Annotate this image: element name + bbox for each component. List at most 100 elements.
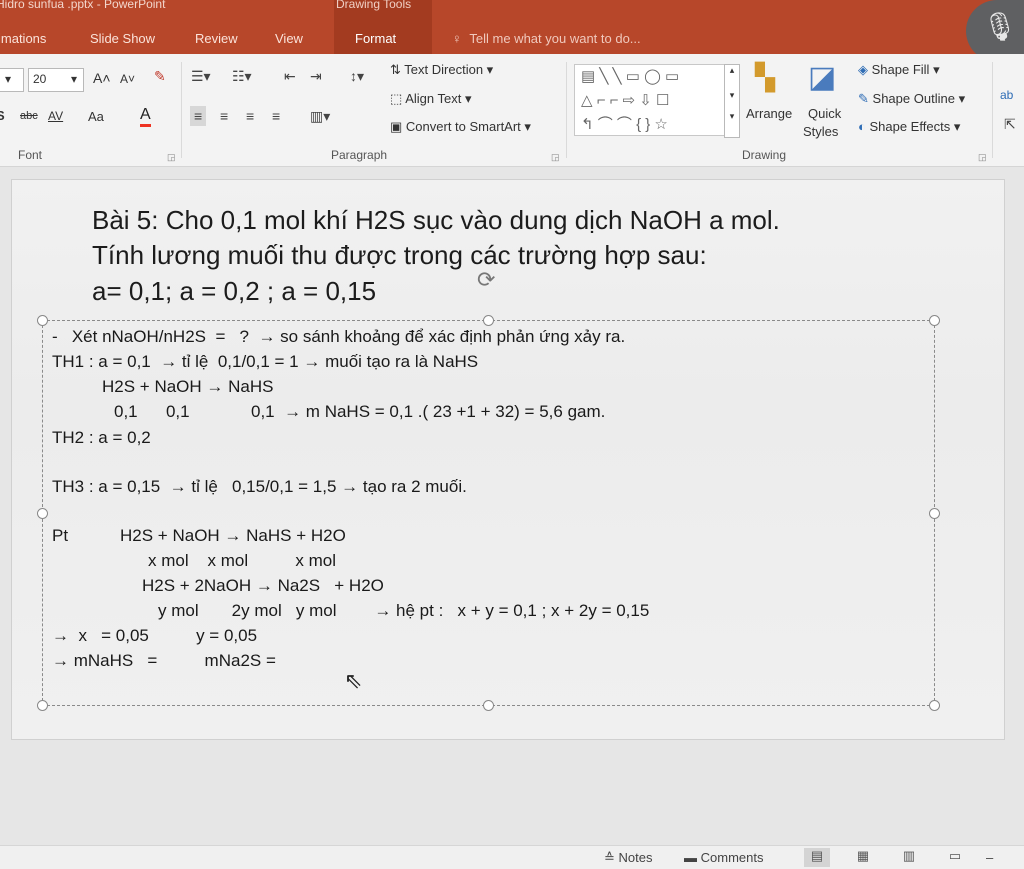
tell-me-box[interactable]: ♀ Tell me what you want to do... (452, 31, 641, 46)
shadow-button[interactable]: S (0, 108, 5, 123)
tab-animations[interactable]: imations (0, 31, 46, 46)
strikethrough-button[interactable]: abc (20, 110, 38, 122)
chevron-down-icon: ▾ (958, 91, 966, 106)
numbering-icon[interactable]: ☷▾ (232, 68, 252, 85)
shrink-font-button[interactable]: A˅ (120, 72, 135, 86)
zoom-out-button[interactable]: – (986, 850, 993, 865)
resize-handle[interactable] (483, 700, 494, 711)
shape-effects-label: Shape Effects (869, 119, 951, 134)
mic-off-button[interactable]: 🎙 (966, 0, 1024, 62)
align-center-icon[interactable]: ≡ (220, 108, 228, 124)
body-text-line[interactable]: Pt H2S + NaOH → NaHS + H2O (52, 526, 346, 546)
chevron-down-icon: ▾ (486, 62, 494, 77)
body-text-line[interactable]: 0,1 0,1 0,1 → m NaHS = 0,1 .( 23 +1 + 32… (114, 402, 605, 422)
chevron-down-icon: ▾ (464, 91, 472, 106)
mic-off-icon: 🎙 (982, 11, 1018, 42)
columns-icon[interactable]: ▥▾ (310, 108, 330, 125)
font-size-value: 20 (33, 72, 47, 86)
body-text-line[interactable]: TH2 : a = 0,2 (52, 428, 151, 448)
resize-handle[interactable] (37, 700, 48, 711)
reading-view-button[interactable]: ▥ (896, 848, 922, 867)
slideshow-icon: ▭ (948, 848, 962, 863)
normal-view-button[interactable]: ▤ (804, 848, 830, 867)
align-text-button[interactable]: ⬚ Align Text ▾ (390, 91, 472, 107)
resize-handle[interactable] (929, 700, 940, 711)
slide-sorter-button[interactable]: ▦ (850, 848, 876, 867)
align-text-label: Align Text (405, 91, 462, 106)
slide-title-line[interactable]: Tính lương muối thu được trong các trườn… (92, 240, 707, 271)
font-name-dropdown[interactable]: ▾ (0, 68, 24, 92)
body-text-line[interactable]: TH3 : a = 0,15 → tỉ lệ 0,15/0,1 = 1,5 → … (52, 477, 467, 497)
replace-icon[interactable]: ab (1000, 88, 1013, 102)
decrease-indent-icon[interactable]: ⇤ (284, 68, 296, 85)
font-group-label: Font (18, 148, 43, 162)
group-divider (992, 62, 993, 158)
line-spacing-icon[interactable]: ↕▾ (350, 68, 364, 85)
tab-format[interactable]: Format (355, 31, 396, 46)
rotate-handle-icon[interactable]: ⟳ (477, 267, 495, 293)
quick-styles-button[interactable]: Quick (808, 106, 841, 121)
justify-icon[interactable]: ≡ (272, 108, 280, 124)
drawing-tools-label: Drawing Tools (336, 0, 412, 11)
resize-handle[interactable] (483, 315, 494, 326)
change-case-button[interactable]: Aa (88, 109, 104, 124)
body-text-line[interactable]: - Xét nNaOH/nH2S = ? → so sánh khoảng để… (52, 327, 625, 347)
font-size-dropdown[interactable]: 20 ▾ (28, 68, 84, 92)
body-text-line[interactable]: → mNaHS = mNa2S = (52, 651, 276, 671)
slide-title-line[interactable]: a= 0,1; a = 0,2 ; a = 0,15 (92, 276, 376, 307)
bullets-icon[interactable]: ☰▾ (191, 68, 211, 85)
status-bar: ≙ Notes ▬ Comments ▤ ▦ ▥ ▭ – (0, 845, 1024, 869)
quick-styles-icon: ◪ (808, 61, 837, 94)
group-divider (181, 62, 182, 158)
align-left-icon[interactable]: ≡ (190, 106, 207, 126)
body-text-line[interactable]: y mol 2y mol y mol → hệ pt : x + y = 0,1… (158, 601, 649, 621)
slideshow-button[interactable]: ▭ (942, 848, 968, 867)
body-text-line[interactable]: x mol x mol x mol (148, 551, 336, 571)
align-right-icon[interactable]: ≡ (246, 108, 254, 124)
arrange-button[interactable]: Arrange (746, 106, 792, 121)
dialog-launcher-icon[interactable]: ◲ (551, 152, 560, 163)
slide-title-line[interactable]: Bài 5: Cho 0,1 mol khí H2S sục vào dung … (92, 205, 780, 236)
group-divider (566, 62, 567, 158)
window-title: Hidro sunfua .pptx - PowerPoint (0, 0, 166, 11)
comments-button[interactable]: ▬ Comments (684, 850, 763, 865)
shape-outline-button[interactable]: ✎ Shape Outline ▾ (858, 91, 965, 107)
chevron-down-icon: ▾ (71, 72, 78, 86)
shape-effects-button[interactable]: ◐ Shape Effects ▾ (858, 119, 960, 135)
tab-review[interactable]: Review (195, 31, 238, 46)
body-text-line[interactable]: H2S + 2NaOH → Na2S + H2O (142, 576, 384, 596)
resize-handle[interactable] (929, 508, 940, 519)
character-spacing-button[interactable]: AV (48, 109, 63, 123)
shapes-row: ↰ ⌒ ⌒ { } ☆ (581, 116, 668, 133)
reading-view-icon: ▥ (902, 848, 916, 863)
tab-slide-show[interactable]: Slide Show (90, 31, 155, 46)
shape-fill-button[interactable]: ◈ Shape Fill ▾ (858, 62, 940, 78)
body-text-line[interactable]: TH1 : a = 0,1 → tỉ lệ 0,1/0,1 = 1 → muối… (52, 352, 478, 372)
tell-me-placeholder: Tell me what you want to do... (469, 31, 641, 46)
minus-icon: – (986, 850, 994, 865)
notes-button[interactable]: ≙ Notes (604, 850, 653, 866)
resize-handle[interactable] (37, 508, 48, 519)
pen-icon: ✎ (858, 91, 869, 106)
slide-sorter-icon: ▦ (856, 848, 870, 863)
clear-formatting-icon[interactable]: ✎ (154, 68, 166, 85)
tab-view[interactable]: View (275, 31, 303, 46)
resize-handle[interactable] (929, 315, 940, 326)
body-text-line[interactable]: H2S + NaOH → NaHS (102, 377, 273, 397)
resize-handle[interactable] (37, 315, 48, 326)
shapes-gallery[interactable]: ▤ ╲ ╲ ▭ ◯ ▭ △ ⌐ ⌐ ⇨ ⇩ ☐ ↰ ⌒ ⌒ { } ☆ (574, 64, 738, 136)
smartart-icon: ▣ (390, 119, 403, 134)
dialog-launcher-icon[interactable]: ◲ (167, 152, 176, 163)
title-bar: Hidro sunfua .pptx - PowerPoint Drawing … (0, 0, 1024, 62)
quick-styles-label[interactable]: Styles (803, 124, 838, 139)
increase-indent-icon[interactable]: ⇥ (310, 68, 322, 85)
arrange-icon: ▚ (755, 62, 775, 92)
body-text-line[interactable]: → x = 0,05 y = 0,05 (52, 626, 257, 646)
grow-font-button[interactable]: A˄ (93, 70, 111, 86)
dialog-launcher-icon[interactable]: ◲ (978, 152, 987, 163)
text-direction-button[interactable]: ⇅ Text Direction ▾ (390, 62, 493, 78)
convert-smartart-button[interactable]: ▣ Convert to SmartArt ▾ (390, 119, 531, 135)
shapes-scroll[interactable]: ▴ ▾ ▾ (724, 64, 740, 138)
select-cursor-icon[interactable]: ⇱ (1004, 116, 1016, 133)
font-color-button[interactable]: A (140, 106, 151, 127)
